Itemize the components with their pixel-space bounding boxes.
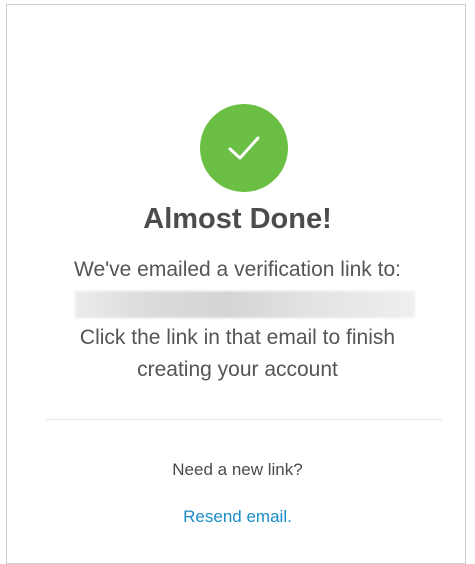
resend-email-link[interactable]: Resend email. [0, 504, 475, 530]
resend-email-label[interactable]: Resend email. [183, 507, 292, 526]
instructions-line-1: Click the link in that email to finish [79, 326, 396, 349]
instructions-text: Click the link in that email to finish c… [0, 322, 475, 386]
divider [46, 419, 442, 420]
page-title: Almost Done! [143, 203, 332, 235]
need-new-link-text: Need a new link? [172, 460, 303, 479]
check-icon [200, 104, 288, 192]
email-sent-text: We've emailed a verification link to: [74, 258, 401, 281]
redacted-email-address [75, 291, 415, 318]
checkmark-glyph [228, 136, 260, 160]
instructions-line-2: creating your account [137, 358, 338, 381]
